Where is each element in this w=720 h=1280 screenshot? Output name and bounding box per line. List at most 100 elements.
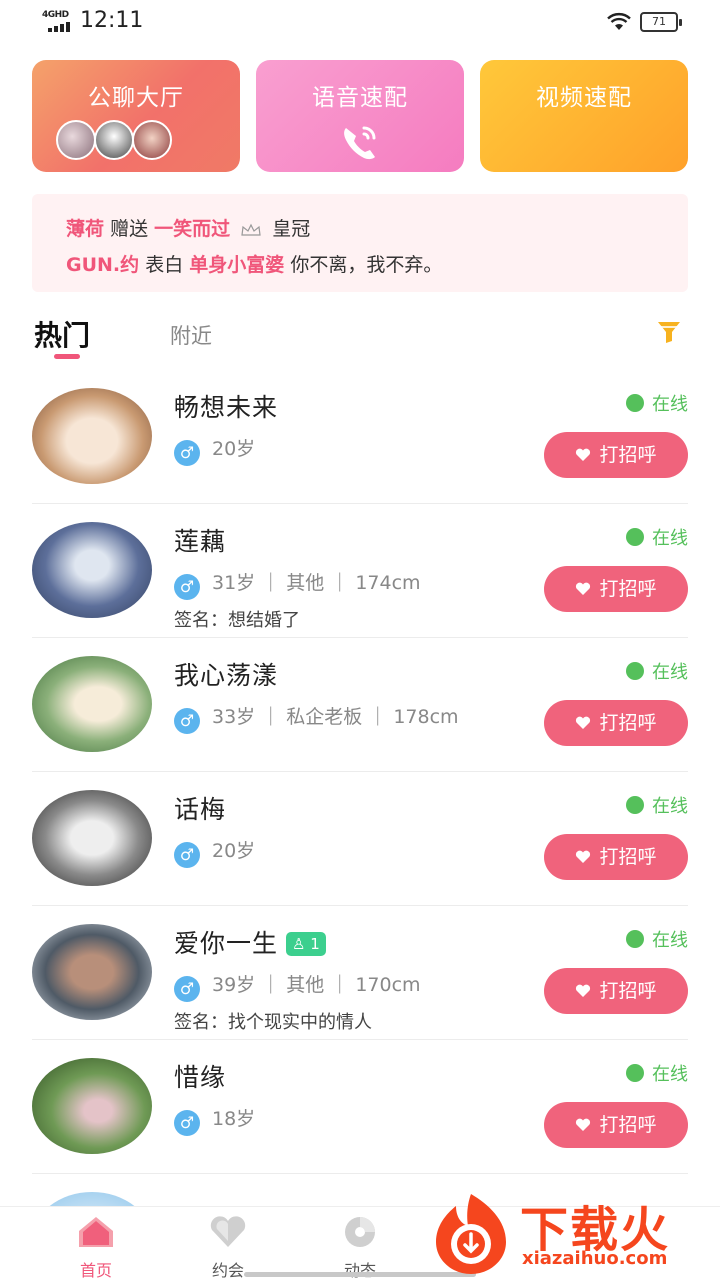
heart-icon [576,850,591,863]
user-meta: ♂ 39岁 ｜ 其他 ｜ 170cm [174,970,421,1002]
nav-date[interactable]: 约会 [188,1215,268,1280]
filter-icon[interactable] [655,318,683,346]
online-dot-icon [626,528,644,546]
hall-avatar-stack [56,120,186,162]
male-icon: ♂ [174,1110,200,1136]
list-tabs: 热门 附近 [0,310,720,366]
gift-line-1: 薄荷 赠送 一笑而过 皇冠 [66,214,310,241]
watermark: 下载火 xiazaihuo.com [424,1186,720,1280]
voice-match-card[interactable]: 语音速配 [256,60,464,172]
list-item[interactable]: 莲藕 ♂ 31岁 ｜ 其他 ｜ 174cm 签名：想结婚了 在线 打招呼 [0,504,720,638]
online-status: 在线 [626,1060,688,1086]
greet-button[interactable]: 打招呼 [544,700,688,746]
greet-button[interactable]: 打招呼 [544,834,688,880]
user-signature: 签名：想结婚了 [174,610,300,631]
greet-button[interactable]: 打招呼 [544,1102,688,1148]
online-label: 在线 [652,796,688,817]
gift-message: 你不离，我不弃。 [290,254,443,276]
greet-label: 打招呼 [599,444,657,466]
tab-nearby[interactable]: 附近 [170,320,212,350]
battery-icon: 71 [640,12,682,32]
nav-home-label: 首页 [79,1261,112,1280]
level-badge: ♙ 1 [286,932,326,956]
heart-icon [576,716,591,729]
avatar[interactable] [32,656,152,752]
list-item[interactable]: 畅想未来 ♂ 20岁 在线 打招呼 [0,370,720,504]
user-name: 我心荡漾 [174,661,279,690]
gift-line-2: GUN.约 表白 单身小富婆 你不离，我不弃。 [66,250,442,277]
online-status: 在线 [626,792,688,818]
user-name: 惜缘 [174,1063,227,1092]
online-label: 在线 [652,394,688,415]
greet-label: 打招呼 [599,1114,657,1136]
user-meta-text: 20岁 [212,438,256,460]
gift-target: 单身小富婆 [189,254,285,276]
greet-button[interactable]: 打招呼 [544,432,688,478]
online-dot-icon [626,796,644,814]
avatar[interactable] [32,1058,152,1154]
home-icon [79,1217,113,1247]
tab-hot[interactable]: 热门 [34,314,90,354]
heart-icon [576,984,591,997]
avatar[interactable] [32,388,152,484]
male-icon: ♂ [174,440,200,466]
greet-label: 打招呼 [599,846,657,868]
list-item[interactable]: 话梅 ♂ 20岁 在线 打招呼 [0,772,720,906]
status-bar: 4GHD 12:11 71 [0,0,720,44]
gift-action: 表白 [145,254,184,276]
user-meta: ♂ 20岁 [174,836,255,868]
nav-home[interactable]: 首页 [56,1215,136,1280]
tab-active-indicator [54,354,80,359]
list-item[interactable]: 惜缘 ♂ 18岁 在线 打招呼 [0,1040,720,1174]
gift-broadcast-banner: 薄荷 赠送 一笑而过 皇冠 GUN.约 表白 单身小富婆 你不离，我不弃。 [32,194,688,292]
online-dot-icon [626,930,644,948]
avatar[interactable] [32,790,152,886]
list-item[interactable]: 爱你一生 ♙ 1 ♂ 39岁 ｜ 其他 ｜ 170cm 签名：找个现实中的情人 在线… [0,906,720,1040]
online-dot-icon [626,662,644,680]
male-icon: ♂ [174,842,200,868]
heart-icon [576,582,591,595]
gift-sender: 薄荷 [66,218,105,240]
greet-label: 打招呼 [599,980,657,1002]
user-name: 爱你一生 ♙ 1 [174,924,326,960]
gift-item: 皇冠 [272,218,311,240]
online-label: 在线 [652,1064,688,1085]
avatar[interactable] [32,924,152,1020]
user-meta-text: 31岁 ｜ 其他 ｜ 174cm [212,572,421,594]
user-name: 畅想未来 [174,393,279,422]
level-badge-value: 1 [310,935,320,953]
crown-icon [241,223,261,236]
user-signature: 签名：找个现实中的情人 [174,1012,372,1033]
user-name: 话梅 [174,795,227,824]
online-status: 在线 [626,658,688,684]
user-meta-text: 33岁 ｜ 私企老板 ｜ 178cm [212,706,459,728]
heart-icon [576,1118,591,1131]
greet-label: 打招呼 [599,712,657,734]
user-meta: ♂ 33岁 ｜ 私企老板 ｜ 178cm [174,702,459,734]
user-name: 莲藕 [174,527,227,556]
online-dot-icon [626,394,644,412]
wifi-icon [607,12,631,30]
list-item[interactable]: 我心荡漾 ♂ 33岁 ｜ 私企老板 ｜ 178cm 在线 打招呼 [0,638,720,772]
user-name-text: 爱你一生 [174,929,279,958]
male-icon: ♂ [174,708,200,734]
avatar[interactable] [32,522,152,618]
online-status: 在线 [626,926,688,952]
disc-icon [345,1217,375,1247]
nav-moments[interactable]: 动态 [320,1215,400,1280]
heart-icon [576,448,591,461]
user-meta: ♂ 31岁 ｜ 其他 ｜ 174cm [174,568,421,600]
public-hall-card[interactable]: 公聊大厅 [32,60,240,172]
video-match-card[interactable]: 视频速配 [480,60,688,172]
online-dot-icon [626,1064,644,1082]
greet-button[interactable]: 打招呼 [544,566,688,612]
greet-button[interactable]: 打招呼 [544,968,688,1014]
avatar[interactable] [32,1192,152,1206]
male-icon: ♂ [174,574,200,600]
card-title: 公聊大厅 [88,85,184,111]
user-meta: ♂ 18岁 [174,1104,255,1136]
gift-sender: GUN.约 [66,254,140,276]
flame-logo-icon [436,1194,506,1274]
user-meta: ♂ 20岁 [174,434,255,466]
male-icon: ♂ [174,976,200,1002]
